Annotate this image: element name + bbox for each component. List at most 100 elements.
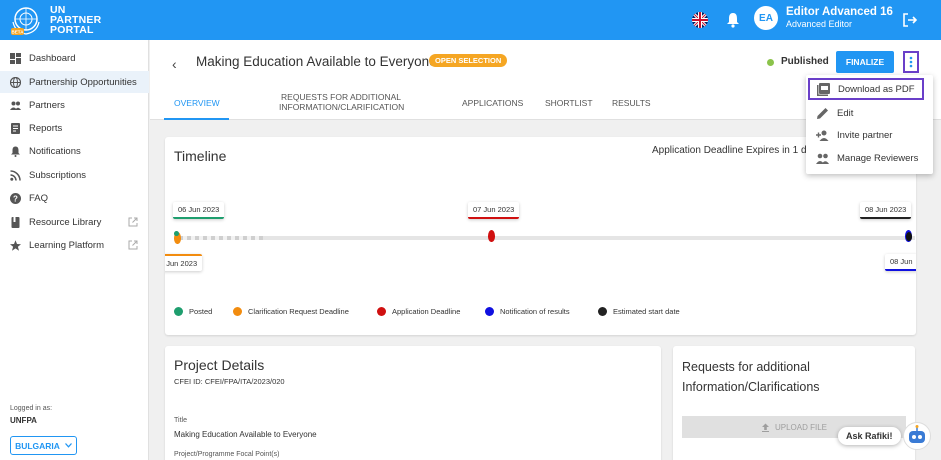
legend-posted: Posted [174, 307, 212, 316]
sidebar-item-label: Partners [29, 99, 65, 111]
more-options-button[interactable] [903, 51, 919, 73]
person-add-icon [816, 130, 829, 141]
report-icon [11, 122, 20, 134]
more-options-menu: Download as PDF Edit Invite partner Mana… [806, 75, 933, 174]
sidebar-item-label: Subscriptions [29, 169, 87, 181]
published-status: Published [781, 56, 829, 67]
sidebar-item-dashboard[interactable]: Dashboard [0, 47, 149, 69]
un-emblem-icon: BETA [11, 7, 40, 35]
pencil-icon [817, 107, 828, 119]
tab-results[interactable]: RESULTS [612, 98, 651, 108]
logged-in-label: Logged in as: [10, 405, 53, 412]
country-selector[interactable]: BULGARIA [10, 436, 77, 455]
bell-icon [11, 146, 20, 157]
user-role: Advanced Editor [786, 19, 853, 29]
sidebar-item-label: Notifications [29, 145, 81, 157]
notifications-bell-icon[interactable] [726, 12, 740, 28]
published-status-dot [767, 59, 774, 66]
menu-item-edit[interactable]: Edit [806, 102, 933, 124]
legend-notification-results: Notification of results [485, 307, 570, 316]
sidebar-item-partnership-opportunities[interactable]: Partnership Opportunities [0, 71, 149, 93]
un-partner-portal-logo[interactable]: BETA UN PARTNER PORTAL [10, 4, 101, 36]
user-menu[interactable]: EA Editor Advanced 16 Advanced Editor [754, 6, 893, 30]
status-badge: OPEN SELECTION [429, 54, 508, 67]
pdf-icon [817, 82, 830, 96]
sidebar-item-label: Learning Platform [29, 239, 104, 251]
globe-icon [10, 76, 21, 88]
robot-icon [902, 422, 931, 450]
sidebar-item-label: FAQ [29, 192, 49, 204]
avatar: EA [754, 6, 778, 30]
menu-item-label: Manage Reviewers [837, 152, 919, 164]
timeline-track [175, 236, 915, 240]
book-icon [11, 216, 20, 228]
field-label-title: Title [174, 417, 187, 424]
top-app-bar: BETA UN PARTNER PORTAL EA Editor Advance… [0, 0, 941, 40]
marker-estimated-start[interactable] [906, 232, 912, 241]
sidebar-item-reports[interactable]: Reports [0, 117, 149, 139]
sidebar-item-partners[interactable]: Partners [0, 94, 149, 116]
back-arrow-icon[interactable]: ‹ [172, 56, 177, 72]
more-vert-icon [909, 56, 913, 68]
requests-title: Requests for additional Information/Clar… [682, 360, 820, 394]
external-link-icon [128, 217, 138, 227]
sidebar-item-label: Reports [29, 122, 63, 134]
menu-item-invite-partner[interactable]: Invite partner [806, 124, 933, 146]
logout-icon[interactable] [902, 12, 918, 28]
sidebar: Dashboard Partnership Opportunities Part… [0, 40, 149, 460]
upload-file-label: UPLOAD FILE [774, 422, 827, 432]
sidebar-item-resource-library[interactable]: Resource Library [0, 211, 149, 233]
rss-icon [10, 169, 21, 181]
ask-rafiki-assistant[interactable]: Ask Rafiki! [838, 422, 931, 450]
cfei-id: CFEI ID: CFEI/FPA/ITA/2023/020 [174, 377, 285, 386]
sidebar-item-learning-platform[interactable]: Learning Platform [0, 234, 149, 256]
sidebar-item-label: Partnership Opportunities [29, 76, 137, 88]
timeline-title: Timeline [174, 148, 227, 164]
user-name: Editor Advanced 16 [786, 6, 893, 18]
sidebar-item-label: Dashboard [29, 52, 76, 64]
sidebar-item-notifications[interactable]: Notifications [0, 140, 149, 162]
active-tab-indicator [164, 118, 229, 120]
deadline-countdown: Application Deadline Expires in 1 d [652, 145, 807, 156]
marker-application-deadline[interactable] [488, 230, 495, 242]
sidebar-item-subscriptions[interactable]: Subscriptions [0, 164, 149, 186]
legend-estimated-start: Estimated start date [598, 307, 680, 316]
menu-item-manage-reviewers[interactable]: Manage Reviewers [806, 147, 933, 169]
dashboard-icon [10, 52, 21, 64]
menu-item-label: Invite partner [837, 129, 893, 141]
tab-requests-for-additional-information[interactable]: REQUESTS FOR ADDITIONAL INFORMATION/CLAR… [279, 92, 404, 112]
ask-rafiki-label: Ask Rafiki! [838, 427, 901, 445]
timeline-date-application-deadline: 07 Jun 2023 [468, 202, 520, 219]
marker-posted[interactable] [174, 231, 179, 236]
upload-icon [761, 423, 769, 432]
menu-item-label: Download as PDF [838, 83, 915, 95]
tab-overview[interactable]: OVERVIEW [174, 98, 220, 108]
people-icon [10, 101, 21, 110]
people-icon [816, 153, 829, 164]
logo-text: UN PARTNER PORTAL [50, 4, 102, 36]
uk-flag-icon[interactable] [692, 12, 708, 28]
finalize-button[interactable]: FINALIZE [836, 51, 894, 73]
timeline-date-estimated-start: 08 Jun 2023 [860, 202, 912, 219]
tab-shortlist[interactable]: SHORTLIST [545, 98, 593, 108]
field-value-title: Making Education Available to Everyone [174, 430, 317, 439]
field-label-focal-point: Project/Programme Focal Point(s) [174, 451, 280, 458]
country-label: BULGARIA [15, 440, 60, 451]
project-details-card: Project Details CFEI ID: CFEI/FPA/ITA/20… [165, 346, 661, 460]
timeline-card: Timeline Application Deadline Expires in… [165, 137, 916, 335]
help-icon: ? [10, 192, 21, 204]
sidebar-item-label: Resource Library [29, 216, 102, 228]
page-title: Making Education Available to Everyone [196, 54, 437, 69]
external-link-icon [128, 240, 138, 250]
menu-item-label: Edit [837, 107, 854, 119]
star-icon [10, 239, 21, 251]
timeline-date-clarification: 5 Jun 2023 [165, 254, 203, 271]
logged-in-org: UNFPA [10, 416, 37, 425]
legend-application-deadline: Application Deadline [377, 307, 460, 316]
tab-applications[interactable]: APPLICATIONS [462, 98, 523, 108]
menu-item-download-pdf[interactable]: Download as PDF [808, 78, 924, 100]
svg-text:?: ? [13, 194, 18, 203]
sidebar-item-faq[interactable]: ? FAQ [0, 187, 149, 209]
chevron-down-icon [64, 443, 72, 448]
timeline-date-posted: 06 Jun 2023 [173, 202, 225, 219]
